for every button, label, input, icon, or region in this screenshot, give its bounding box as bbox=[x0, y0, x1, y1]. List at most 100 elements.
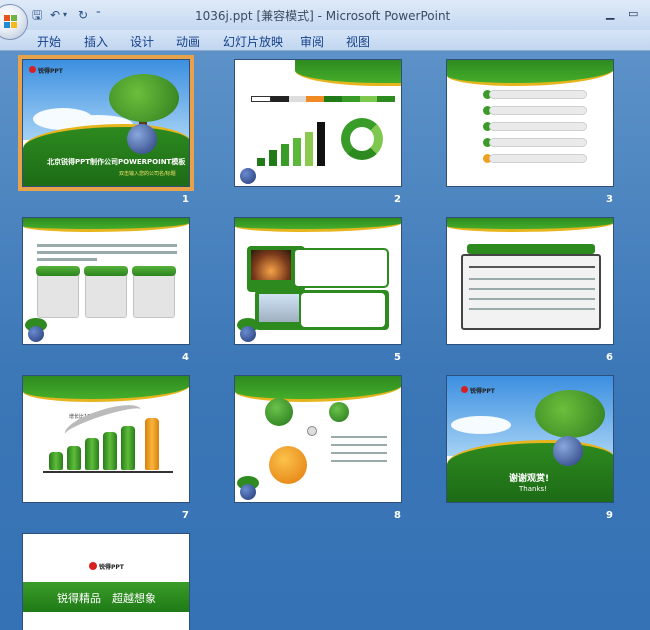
slide-number: 7 bbox=[182, 510, 189, 521]
tab-view[interactable]: 视图 bbox=[346, 33, 370, 50]
tab-home[interactable]: 开始 bbox=[37, 33, 61, 50]
slide-number: 5 bbox=[394, 352, 401, 363]
slide-number: 1 bbox=[182, 194, 189, 205]
slide-logo-text: 锐得PPT bbox=[470, 388, 495, 395]
header-band bbox=[295, 60, 401, 86]
content-panel bbox=[133, 270, 175, 318]
text-line bbox=[331, 460, 387, 462]
text-line bbox=[331, 444, 387, 446]
tab-insert[interactable]: 插入 bbox=[84, 33, 108, 50]
slide-thumbnail-5[interactable] bbox=[234, 217, 402, 345]
bar-cylinder bbox=[67, 446, 81, 470]
text-box bbox=[293, 248, 389, 288]
slide-thumbnail-1[interactable]: 锐得PPT 北京锐得PPT制作公司POWERPOINT模板 双击输入您的公司名/… bbox=[18, 55, 194, 191]
slide-thumbnail-9[interactable]: 锐得PPT 谢谢观赏! Thanks! bbox=[446, 375, 614, 503]
green-node bbox=[265, 398, 293, 426]
office-logo-icon bbox=[4, 15, 18, 29]
slide-number: 9 bbox=[606, 510, 613, 521]
text-line bbox=[331, 436, 387, 438]
title-bar: 🖫 ↶ ▾ ↻ ⁼ 1036j.ppt [兼容模式] - Microsoft P… bbox=[0, 0, 650, 40]
globe-icon bbox=[240, 168, 256, 184]
powerpoint-window: 🖫 ↶ ▾ ↻ ⁼ 1036j.ppt [兼容模式] - Microsoft P… bbox=[0, 0, 650, 630]
train-photo bbox=[259, 294, 299, 322]
text-line bbox=[469, 278, 595, 280]
list-item bbox=[489, 138, 587, 147]
restore-button[interactable]: ▭ bbox=[628, 7, 638, 21]
bar-cylinder bbox=[49, 452, 63, 470]
panel-header bbox=[132, 266, 176, 276]
tree-image bbox=[109, 74, 179, 122]
bar-cylinder bbox=[145, 418, 159, 470]
undo-dropdown-icon[interactable]: ▾ bbox=[63, 7, 67, 23]
slide-thumbnail-7[interactable]: 增长比10% bbox=[22, 375, 190, 503]
slide-thumbnail-2[interactable] bbox=[234, 59, 402, 187]
list-item bbox=[489, 90, 587, 99]
content-panel bbox=[37, 270, 79, 318]
text-line bbox=[469, 308, 595, 310]
text-line bbox=[469, 298, 595, 300]
logo-mark-icon bbox=[29, 66, 36, 73]
slogan-text: 锐得精品 超越想象 bbox=[57, 592, 156, 605]
slide-sorter: 锐得PPT 北京锐得PPT制作公司POWERPOINT模板 双击输入您的公司名/… bbox=[0, 51, 650, 630]
redo-icon[interactable]: ↻ bbox=[78, 7, 88, 23]
customize-toolbar-icon[interactable]: ⁼ bbox=[96, 7, 101, 23]
slide-thumbnail-3[interactable] bbox=[446, 59, 614, 187]
text-line bbox=[469, 266, 595, 268]
text-line bbox=[469, 288, 595, 290]
orange-node bbox=[269, 446, 307, 484]
logo-mark-icon bbox=[89, 562, 97, 570]
header-band bbox=[235, 218, 401, 232]
text-line bbox=[331, 452, 387, 454]
slide-subtitle: 双击输入您的公司名/标题 bbox=[119, 171, 176, 177]
planet-image bbox=[553, 436, 583, 466]
slide-thumbnail-10[interactable]: 锐得PPT 锐得精品 超越想象 bbox=[22, 533, 190, 630]
slide-thumbnail-6[interactable] bbox=[446, 217, 614, 345]
header-band bbox=[235, 376, 401, 402]
header-band bbox=[447, 60, 613, 86]
slide-number: 6 bbox=[606, 352, 613, 363]
window-title: 1036j.ppt [兼容模式] - Microsoft PowerPoint bbox=[195, 9, 451, 23]
thanks-text: Thanks! bbox=[519, 485, 547, 493]
cloud bbox=[451, 416, 511, 434]
text-line bbox=[37, 244, 177, 247]
bar-chart-graphic bbox=[257, 118, 327, 166]
header-band bbox=[447, 218, 613, 232]
planet-image bbox=[127, 124, 157, 154]
globe-icon bbox=[240, 326, 256, 342]
slide-logo-text: 锐得PPT bbox=[38, 68, 63, 75]
globe-icon bbox=[28, 326, 44, 342]
bar-cylinder bbox=[121, 426, 135, 470]
slide-number: 3 bbox=[606, 194, 613, 205]
undo-icon[interactable]: ↶ bbox=[50, 7, 60, 23]
slide-title: 北京锐得PPT制作公司POWERPOINT模板 bbox=[47, 158, 186, 166]
save-icon[interactable]: 🖫 bbox=[32, 7, 42, 23]
slide-thumbnail-8[interactable] bbox=[234, 375, 402, 503]
tree-image bbox=[535, 390, 605, 438]
header-band bbox=[23, 218, 189, 232]
color-legend-bar bbox=[251, 96, 395, 102]
slide-number: 2 bbox=[394, 194, 401, 205]
closing-text: 谢谢观赏! bbox=[509, 474, 550, 484]
slide-number: 4 bbox=[182, 352, 189, 363]
slide-number: 8 bbox=[394, 510, 401, 521]
list-item bbox=[489, 122, 587, 131]
header-band bbox=[23, 376, 189, 402]
tab-review[interactable]: 审阅 bbox=[300, 33, 324, 50]
text-line bbox=[37, 251, 177, 254]
content-panel bbox=[85, 270, 127, 318]
tab-animation[interactable]: 动画 bbox=[176, 33, 200, 50]
green-node bbox=[329, 402, 349, 422]
axis-line bbox=[43, 471, 173, 473]
list-item bbox=[489, 106, 587, 115]
tab-slideshow[interactable]: 幻灯片放映 bbox=[223, 33, 283, 50]
slide-thumbnail-4[interactable] bbox=[22, 217, 190, 345]
minimize-button[interactable]: ▁ bbox=[606, 7, 614, 21]
tab-design[interactable]: 设计 bbox=[130, 33, 154, 50]
connector-node bbox=[307, 426, 317, 436]
panel-header bbox=[36, 266, 80, 276]
slide-logo-text: 锐得PPT bbox=[99, 564, 124, 571]
ribbon-tabs: 开始 插入 设计 动画 幻灯片放映 审阅 视图 bbox=[0, 30, 650, 51]
bar-cylinder bbox=[85, 438, 99, 470]
list-item bbox=[489, 154, 587, 163]
bar-cylinder bbox=[103, 432, 117, 470]
